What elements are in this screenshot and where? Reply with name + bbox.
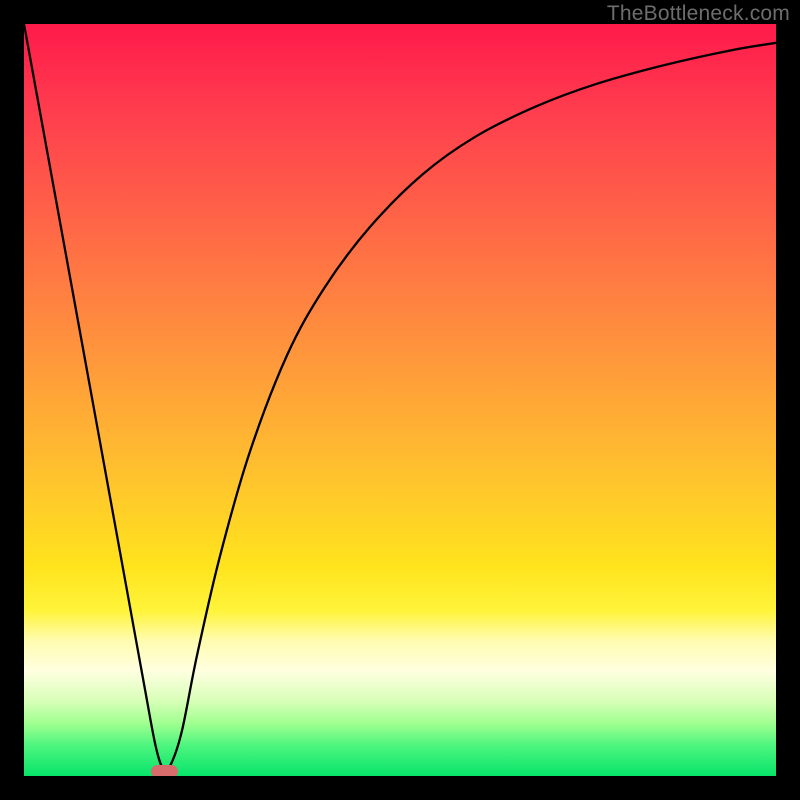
bottleneck-curve bbox=[24, 24, 776, 776]
chart-frame: TheBottleneck.com bbox=[0, 0, 800, 800]
optimum-marker bbox=[151, 765, 178, 776]
watermark: TheBottleneck.com bbox=[607, 2, 790, 26]
plot-area bbox=[24, 24, 776, 776]
